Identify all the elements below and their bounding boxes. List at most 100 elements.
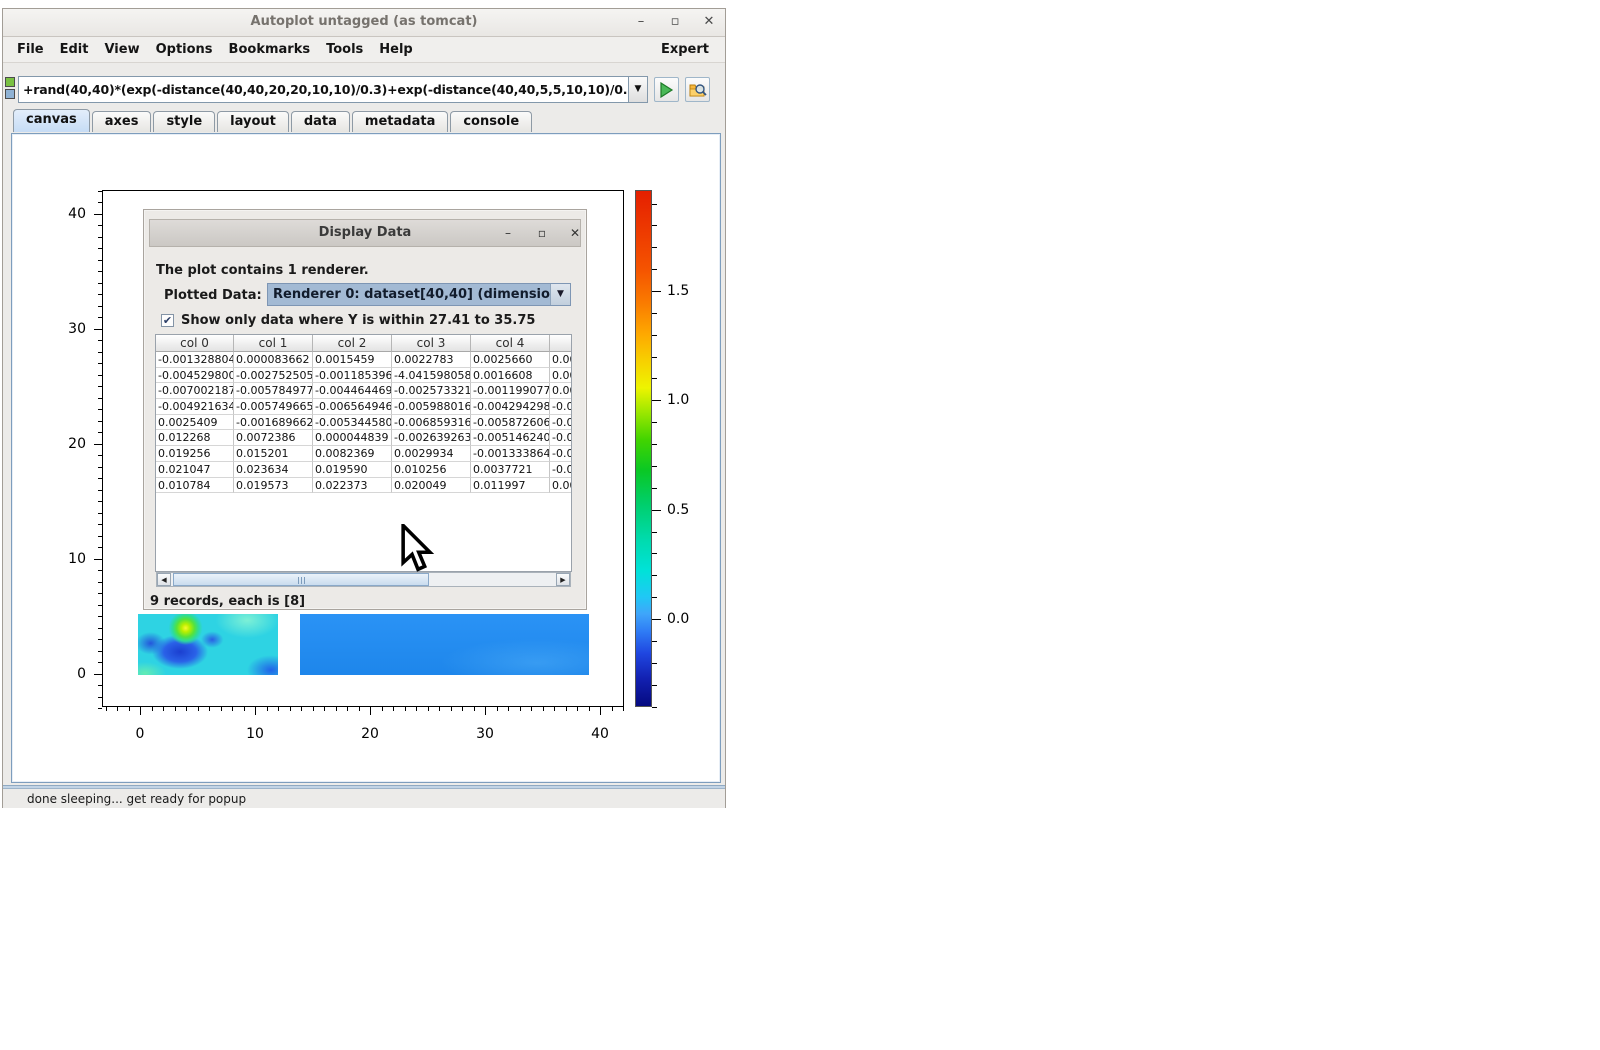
table-row[interactable]: 0.0025409-0.001689662...-0.005344580...-… [156,415,571,431]
table-cell[interactable]: 0.0029934 [392,446,471,462]
dialog-maximize-button[interactable]: ▫ [532,224,552,243]
table-row[interactable]: 0.0210470.0236340.0195900.0102560.003772… [156,462,571,478]
table-cell[interactable]: 0.00 [550,352,572,368]
table-cell[interactable]: 0.00 [550,368,572,384]
column-header[interactable] [550,335,572,352]
tab-style[interactable]: style [153,111,215,132]
table-row[interactable]: 0.0107840.0195730.0223730.0200490.011997… [156,478,571,494]
table-cell[interactable]: 0.019590 [313,462,392,478]
window-close-button[interactable]: ✕ [698,12,720,32]
table-cell[interactable]: 0.020049 [392,478,471,494]
table-cell[interactable]: 0.021047 [156,462,234,478]
tab-layout[interactable]: layout [217,111,289,132]
table-row[interactable]: 0.0122680.00723860.000044839-0.002639263… [156,430,571,446]
tab-canvas[interactable]: canvas [13,109,90,132]
table-cell[interactable]: 0.019256 [156,446,234,462]
table-cell[interactable]: -0.005872606... [471,415,550,431]
table-cell[interactable]: -4.041598058... [392,368,471,384]
table-cell[interactable]: -0.0 [550,415,572,431]
table-cell[interactable]: 0.000044839 [313,430,392,446]
table-cell[interactable]: -0.001328804... [156,352,234,368]
table-cell[interactable]: -0.001199077... [471,383,550,399]
table-cell[interactable]: 0.00 [550,478,572,494]
menu-help[interactable]: Help [371,39,420,60]
column-header[interactable]: col 3 [392,335,471,352]
table-cell[interactable]: 0.022373 [313,478,392,494]
uri-dropdown-button[interactable]: ▼ [629,76,648,103]
table-cell[interactable]: -0.005344580... [313,415,392,431]
data-table[interactable]: col 0col 1col 2col 3col 4 -0.001328804...… [155,334,572,572]
table-cell[interactable]: -0.006564946... [313,399,392,415]
window-minimize-button[interactable]: – [630,12,652,32]
table-cell[interactable]: 0.000083662 [234,352,313,368]
table-cell[interactable]: -0.001333864... [471,446,550,462]
column-header[interactable]: col 1 [234,335,313,352]
menu-view[interactable]: View [96,39,147,60]
table-cell[interactable]: 0.0072386 [234,430,313,446]
go-button[interactable] [654,77,679,102]
menu-file[interactable]: File [9,39,52,60]
table-cell[interactable]: -0.001689662... [234,415,313,431]
table-cell[interactable]: -0.004464469... [313,383,392,399]
table-cell[interactable]: 0.0025409 [156,415,234,431]
table-cell[interactable]: -0.002752505... [234,368,313,384]
table-cell[interactable]: -0.0 [550,462,572,478]
plotted-data-combobox[interactable]: Renderer 0: dataset[40,40] (dimension...… [267,283,571,306]
table-cell[interactable]: 0.010256 [392,462,471,478]
scrollbar-thumb[interactable] [173,573,429,586]
table-row[interactable]: -0.004921634...-0.005749665...-0.0065649… [156,399,571,415]
dialog-minimize-button[interactable]: – [498,224,518,243]
table-cell[interactable]: 0.0025660 [471,352,550,368]
dialog-close-button[interactable]: ✕ [565,224,585,243]
menu-options[interactable]: Options [148,39,221,60]
tab-axes[interactable]: axes [92,111,152,132]
table-cell[interactable]: 0.0037721 [471,462,550,478]
table-cell[interactable]: 0.00 [550,383,572,399]
table-cell[interactable]: 0.023634 [234,462,313,478]
scrollbar-track[interactable] [171,573,556,586]
chevron-down-icon[interactable]: ▼ [550,284,570,305]
column-header[interactable]: col 4 [471,335,550,352]
scroll-left-button[interactable]: ◀ [157,573,171,586]
table-cell[interactable]: -0.005784977... [234,383,313,399]
table-cell[interactable]: 0.0016608 [471,368,550,384]
table-cell[interactable]: -0.005749665... [234,399,313,415]
table-row[interactable]: -0.007002187...-0.005784977...-0.0044644… [156,383,571,399]
table-cell[interactable]: -0.0 [550,430,572,446]
tab-console[interactable]: console [450,111,532,132]
table-row[interactable]: -0.004529800...-0.002752505...-0.0011853… [156,368,571,384]
tab-metadata[interactable]: metadata [352,111,448,132]
table-cell[interactable]: -0.002573321... [392,383,471,399]
table-cell[interactable]: 0.011997 [471,478,550,494]
table-cell[interactable]: -0.0 [550,399,572,415]
inspect-uri-button[interactable] [685,77,710,102]
uri-input[interactable]: +rand(40,40)*(exp(-distance(40,40,20,20,… [18,76,629,103]
menu-tools[interactable]: Tools [318,39,371,60]
table-cell[interactable]: 0.0022783 [392,352,471,368]
table-cell[interactable]: -0.001185396... [313,368,392,384]
horizontal-scrollbar[interactable]: ◀ ▶ [156,572,571,587]
table-cell[interactable]: 0.0082369 [313,446,392,462]
table-cell[interactable]: -0.004294298... [471,399,550,415]
table-cell[interactable]: 0.012268 [156,430,234,446]
table-cell[interactable]: 0.010784 [156,478,234,494]
table-cell[interactable]: -0.004529800... [156,368,234,384]
table-cell[interactable]: -0.006859316... [392,415,471,431]
column-header[interactable]: col 2 [313,335,392,352]
table-cell[interactable]: -0.004921634... [156,399,234,415]
table-cell[interactable]: -0.005988016... [392,399,471,415]
table-row[interactable]: 0.0192560.0152010.00823690.0029934-0.001… [156,446,571,462]
table-cell[interactable]: -0.005146240... [471,430,550,446]
window-maximize-button[interactable]: ▫ [664,12,686,32]
column-header[interactable]: col 0 [156,335,234,352]
table-cell[interactable]: -0.007002187... [156,383,234,399]
menu-bookmarks[interactable]: Bookmarks [221,39,319,60]
table-cell[interactable]: 0.015201 [234,446,313,462]
menu-edit[interactable]: Edit [52,39,97,60]
table-cell[interactable]: 0.0015459 [313,352,392,368]
table-row[interactable]: -0.001328804...0.0000836620.00154590.002… [156,352,571,368]
tab-data[interactable]: data [291,111,350,132]
table-cell[interactable]: -0.0 [550,446,572,462]
scroll-right-button[interactable]: ▶ [556,573,570,586]
filter-checkbox[interactable]: ✔ [161,314,174,327]
